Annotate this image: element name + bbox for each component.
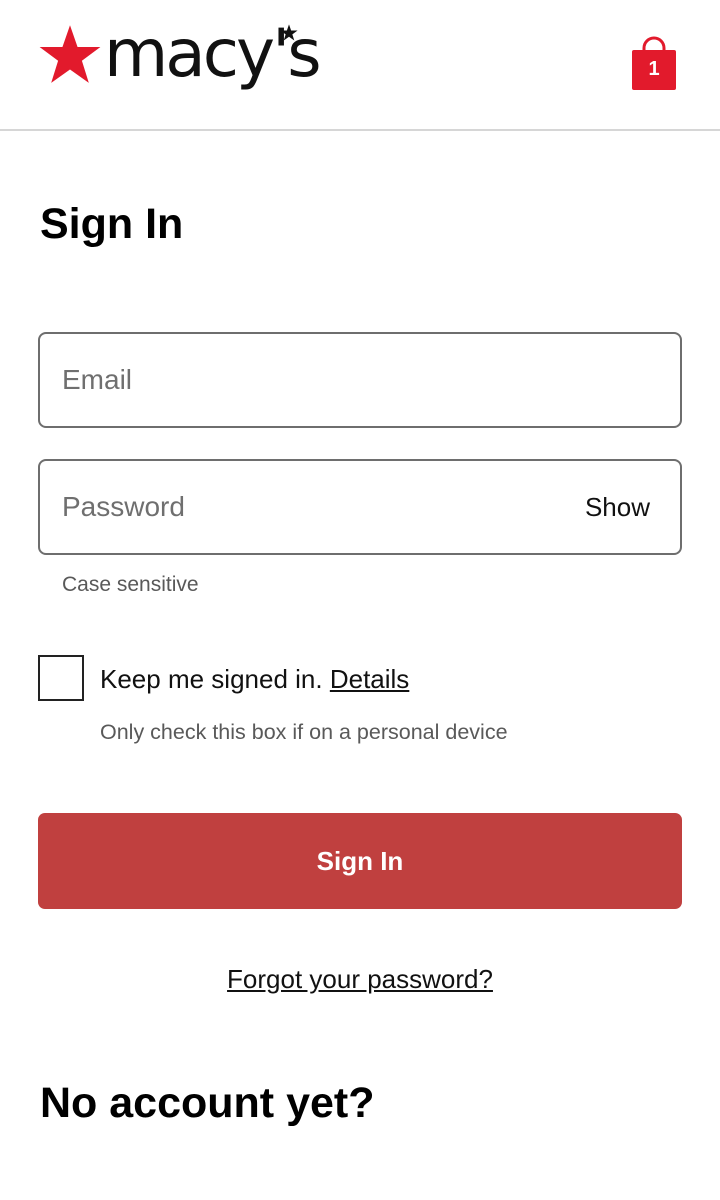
small-star-icon [280,24,298,41]
keep-signed-in-label[interactable]: Keep me signed in. [100,664,323,694]
forgot-password-row: Forgot your password? [0,962,720,996]
keep-signed-in-row: Keep me signed in. Details [100,662,409,696]
email-field-box[interactable] [38,332,682,428]
forgot-password-link[interactable]: Forgot your password? [227,964,493,994]
details-link[interactable]: Details [330,664,409,694]
email-input[interactable] [62,334,542,426]
site-header: macy's 1 [0,0,720,131]
case-sensitive-note: Case sensitive [62,573,199,596]
star-icon [39,25,101,83]
sign-in-button[interactable]: Sign In [38,813,682,909]
personal-device-note: Only check this box if on a personal dev… [100,720,508,744]
page-title: Sign In [40,200,184,248]
macys-logo[interactable]: macy's [38,15,322,106]
password-field-box[interactable]: Show [38,459,682,555]
bag-count-badge: 1 [648,58,660,80]
password-input[interactable] [62,461,542,553]
show-password-button[interactable]: Show [585,491,650,523]
keep-signed-in-checkbox[interactable] [38,655,84,701]
no-account-heading: No account yet? [40,1079,375,1127]
shopping-bag-button[interactable]: 1 [630,36,678,92]
